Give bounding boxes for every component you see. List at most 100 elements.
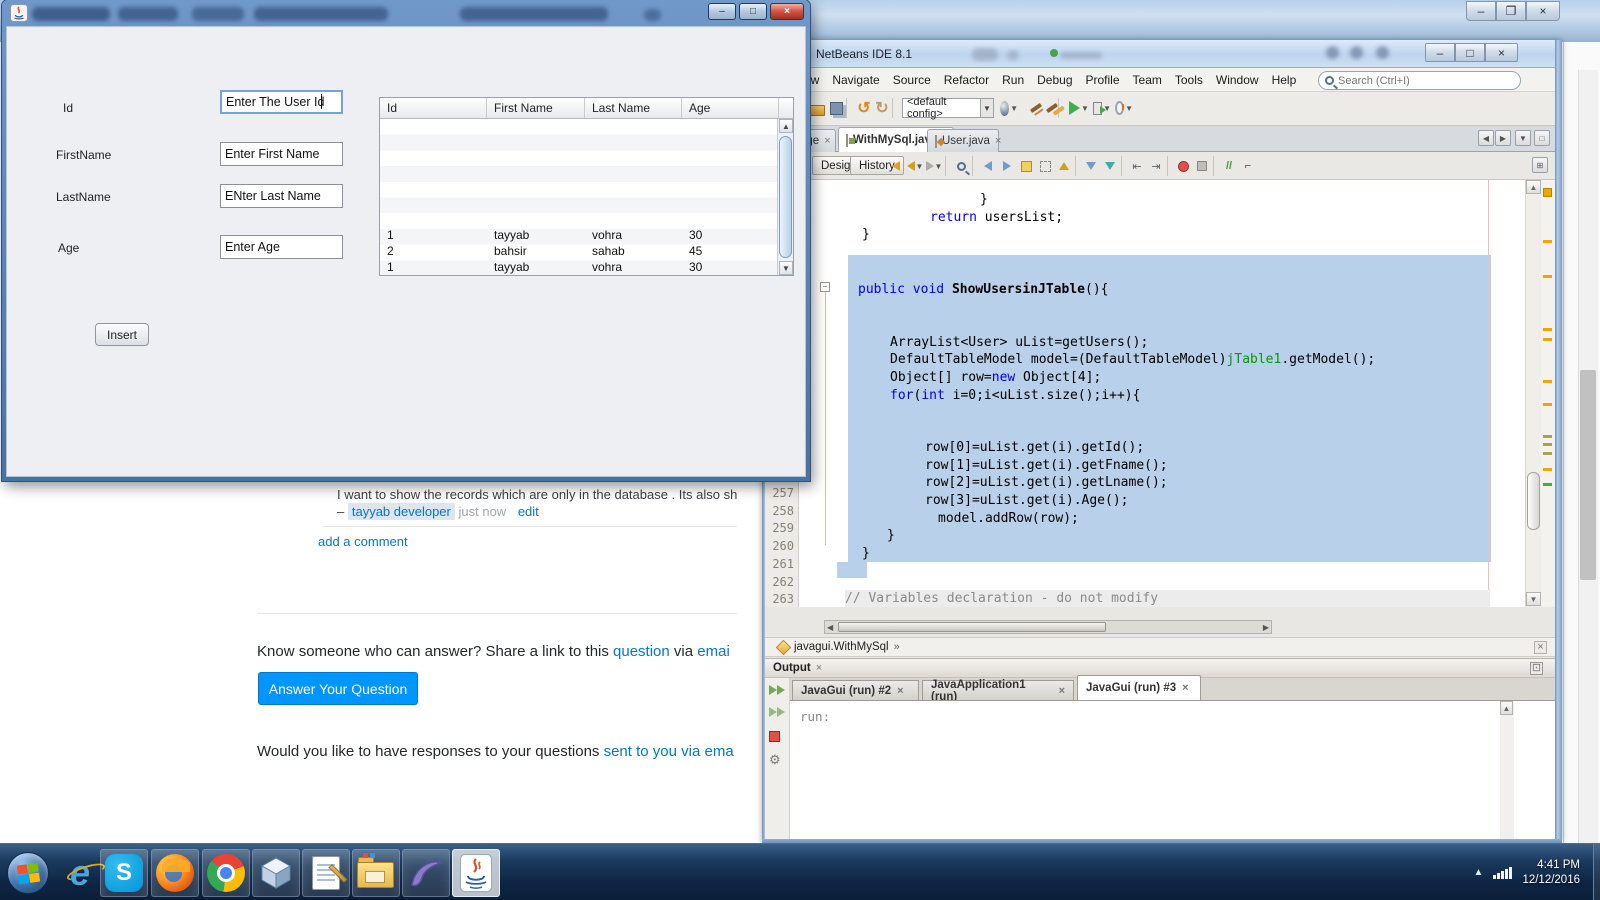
output-console[interactable]: run: ▲ [790, 700, 1555, 840]
menu-source[interactable]: Source [893, 73, 931, 87]
age-input[interactable] [220, 235, 343, 259]
clean-build-icon[interactable] [1043, 99, 1061, 117]
run-settings-icon[interactable]: ⚙ [769, 752, 785, 768]
config-select[interactable]: <default config> ▼ [902, 96, 994, 120]
firstname-input[interactable] [220, 142, 343, 166]
output-tab-3[interactable]: JavaGui (run) #3 × [1077, 675, 1201, 700]
java-app-icon[interactable] [452, 849, 500, 897]
run-project-icon[interactable]: ▼ [1069, 99, 1089, 117]
java-window-titlebar[interactable]: – □ × [2, 0, 810, 26]
menu-help[interactable]: Help [1272, 73, 1297, 87]
scroll-down-icon[interactable]: ▼ [779, 261, 793, 275]
mysql-workbench-icon[interactable] [402, 849, 450, 897]
comment-author-link[interactable]: tayyab developer [347, 503, 455, 520]
column-header-last-name[interactable]: Last Name [585, 98, 682, 118]
lastname-input[interactable] [220, 184, 343, 208]
column-header-first-name[interactable]: First Name [487, 98, 585, 118]
comment-icon[interactable]: // [1221, 158, 1237, 174]
menu-profile[interactable]: Profile [1086, 73, 1120, 87]
close-icon[interactable]: × [1485, 43, 1518, 62]
notepad-icon[interactable] [302, 849, 350, 897]
last-edit-icon[interactable] [888, 158, 904, 174]
editor-tab-User.java[interactable]: User.java × [927, 129, 1001, 152]
error-stripe[interactable] [1541, 180, 1555, 607]
netbeans-icon[interactable] [252, 849, 300, 897]
prev-bookmark-icon[interactable] [1056, 158, 1072, 174]
internet-explorer-icon[interactable]: e [56, 849, 107, 897]
scroll-up-icon[interactable]: ▲ [1500, 701, 1513, 715]
code-editor[interactable]: 257 258 259 260 261 262 263 − ▲ ▼ } return user… [765, 180, 1555, 607]
breadcrumb-label[interactable]: javagui.WithMySql [794, 641, 889, 653]
lastname-field[interactable] [220, 184, 343, 208]
chevron-right-icon[interactable]: » [894, 641, 900, 653]
select-rect-icon[interactable] [1037, 158, 1053, 174]
editor-hscrollbar-thumb[interactable] [838, 622, 1106, 632]
firefox-icon[interactable] [151, 849, 199, 897]
file-explorer-icon[interactable] [352, 849, 400, 897]
close-icon[interactable]: × [1526, 1, 1560, 21]
maximize-editor-icon[interactable]: □ [1534, 130, 1550, 146]
minimize-icon[interactable]: – [708, 3, 736, 20]
scroll-tabs-left-icon[interactable]: ◀ [1478, 130, 1494, 146]
close-tab-icon[interactable]: × [897, 685, 903, 697]
browser-scrollbar-thumb[interactable] [1580, 370, 1596, 580]
column-header-age[interactable]: Age [682, 98, 779, 118]
age-field[interactable] [220, 235, 343, 259]
menu-navigate[interactable]: Navigate [832, 73, 879, 87]
minimize-icon[interactable]: – [1466, 1, 1496, 21]
editor-vscrollbar-thumb[interactable] [1527, 472, 1540, 530]
save-all-icon[interactable] [827, 99, 845, 117]
menu-team[interactable]: Team [1133, 73, 1162, 87]
minimize-icon[interactable]: – [1425, 43, 1455, 62]
rerun-icon[interactable] [769, 682, 785, 698]
search-box[interactable] [1318, 71, 1521, 90]
deploy-icon[interactable]: ▼ [1000, 99, 1018, 117]
scroll-up-icon[interactable]: ▲ [779, 119, 793, 133]
skype-icon[interactable]: S [100, 849, 148, 897]
editor-vscrollbar[interactable]: ▲ ▼ [1525, 180, 1541, 607]
editor-hscrollbar[interactable]: ◀ ▶ [824, 620, 1272, 634]
responses-link[interactable]: sent to you via ema [604, 743, 734, 760]
fold-collapse-icon[interactable]: − [820, 282, 830, 292]
close-icon[interactable]: × [770, 3, 804, 20]
table-vscrollbar-thumb[interactable] [779, 136, 792, 258]
menu-tools[interactable]: Tools [1175, 73, 1203, 87]
share-question-link[interactable]: question [613, 643, 670, 660]
maximize-icon[interactable]: □ [1455, 43, 1485, 62]
minimize-panel-icon[interactable]: ⊡ [1530, 661, 1543, 675]
shift-right-icon[interactable]: ⇥ [1148, 158, 1164, 174]
add-comment-link[interactable]: add a comment [318, 534, 408, 549]
netbeans-titlebar[interactable]: NetBeans IDE 8.1 – □ × [762, 40, 1555, 68]
stop-macro-icon[interactable] [1194, 158, 1210, 174]
insert-button[interactable]: Insert [95, 323, 149, 346]
close-icon[interactable]: × [816, 662, 822, 674]
close-tab-icon[interactable]: × [1059, 685, 1065, 697]
menu-debug[interactable]: Debug [1037, 73, 1072, 87]
close-tab-icon[interactable]: × [1182, 682, 1188, 694]
users-table[interactable]: Id First Name Last Name Age 1 tayyab vohra 30 2… [379, 97, 794, 276]
split-editor-icon[interactable]: ⊞ [1532, 157, 1548, 173]
show-hidden-icons-icon[interactable]: ▲ [1474, 867, 1484, 878]
next-error-icon[interactable] [1102, 158, 1118, 174]
scroll-up-icon[interactable]: ▲ [1526, 180, 1541, 194]
answer-your-question-button[interactable]: Answer Your Question [258, 672, 418, 705]
share-email-link[interactable]: emai [697, 643, 730, 660]
firstname-field[interactable] [220, 142, 343, 166]
users-table-rows[interactable]: 1 tayyab vohra 30 2 bahsir sahab 45 1 tayyab vohra… [380, 119, 777, 275]
close-tab-icon[interactable]: × [824, 135, 830, 147]
comment-edit-link[interactable]: edit [518, 504, 539, 519]
column-header-id[interactable]: Id [380, 98, 487, 118]
redo-icon[interactable]: ↻ [873, 99, 891, 117]
open-project-icon[interactable] [808, 99, 826, 117]
toggle-highlight-icon[interactable] [1018, 158, 1034, 174]
chevron-down-icon[interactable]: ▼ [979, 99, 993, 117]
maximize-icon[interactable]: □ [739, 3, 767, 20]
prev-occurrence-icon[interactable] [980, 158, 996, 174]
next-bookmark-icon[interactable] [1083, 158, 1099, 174]
stop-run-icon[interactable] [769, 728, 785, 744]
table-row[interactable]: 1 tayyab vohra 30 [380, 259, 777, 275]
chrome-icon[interactable] [202, 849, 250, 897]
id-field[interactable] [220, 90, 343, 114]
show-desktop-button[interactable] [1593, 844, 1600, 900]
close-tab-icon[interactable]: × [995, 135, 1001, 147]
